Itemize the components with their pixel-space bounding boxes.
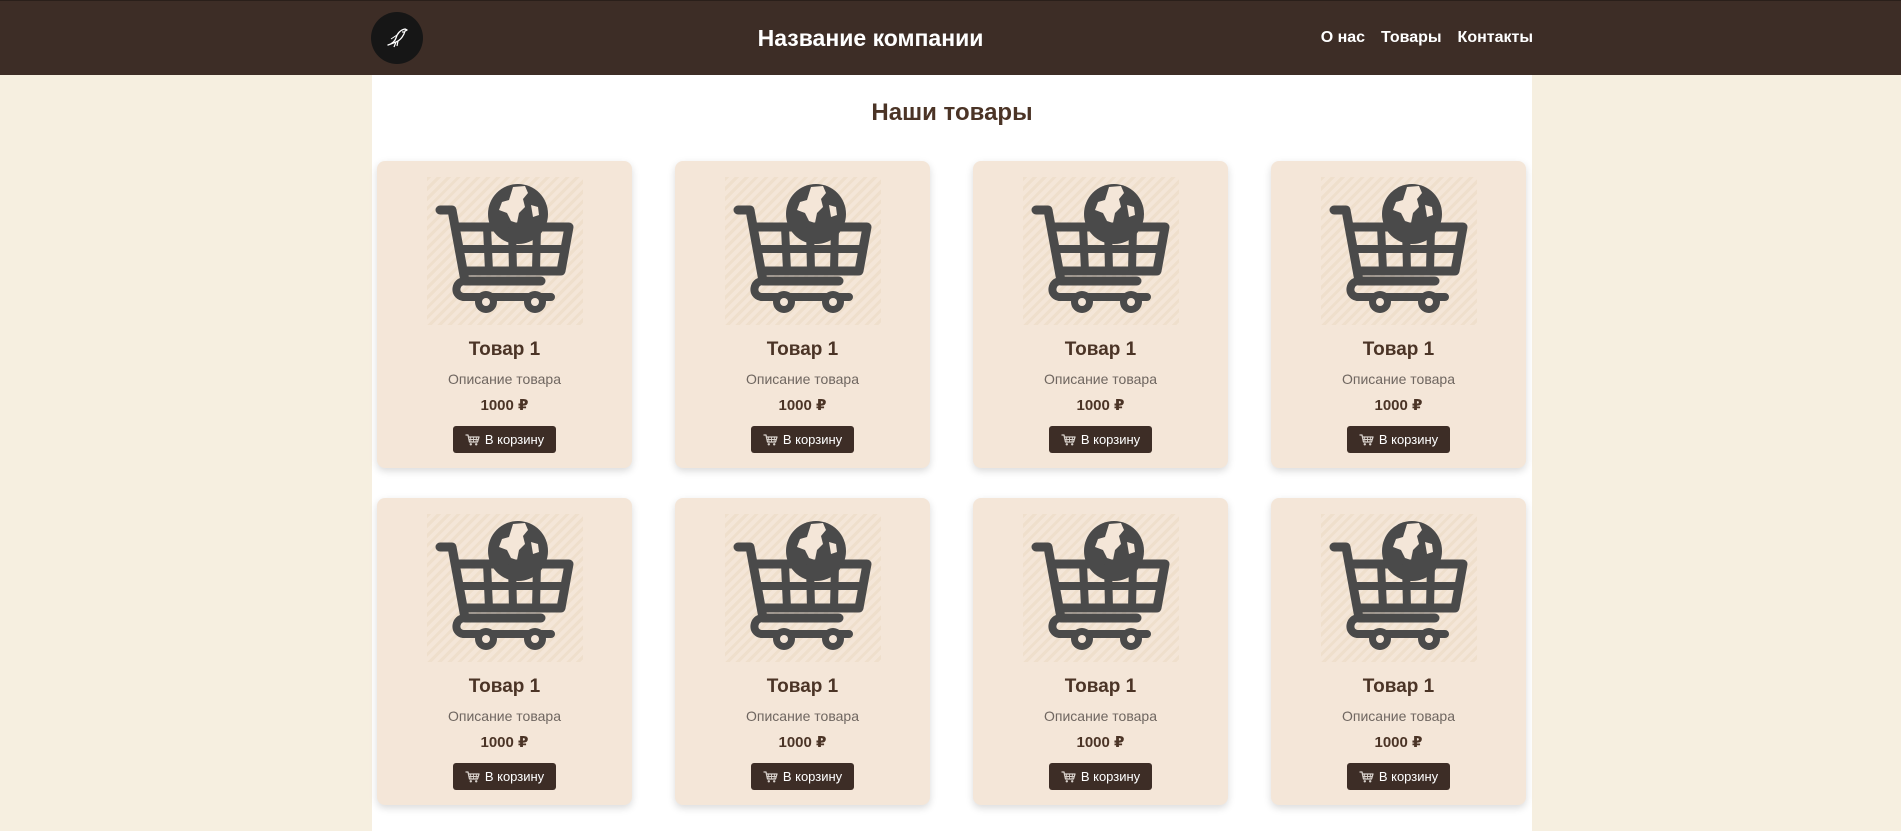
nav-link-about[interactable]: О нас [1321,28,1365,48]
shopping-cart-icon [763,770,778,783]
product-card: Товар 1 Описание товара 1000 ₽ В корзину [973,498,1228,805]
product-price: 1000 ₽ [1076,397,1125,414]
product-card: Товар 1 Описание товара 1000 ₽ В корзину [973,161,1228,468]
shopping-cart-globe-icon [1031,521,1170,650]
product-card: Товар 1 Описание товара 1000 ₽ В корзину [1271,161,1526,468]
product-title: Товар 1 [468,676,541,697]
product-price: 1000 ₽ [1374,397,1423,414]
product-card: Товар 1 Описание товара 1000 ₽ В корзину [377,498,632,805]
product-description: Описание товара [746,371,859,387]
nav-link-contacts[interactable]: Контакты [1458,28,1533,48]
add-to-cart-label: В корзину [1080,432,1141,447]
product-title: Товар 1 [766,676,839,697]
product-title: Товар 1 [1064,676,1137,697]
shopping-cart-globe-icon [1329,184,1468,313]
product-description: Описание товара [448,371,561,387]
main-content: Наши товары Товар 1 Описание товара 1000… [372,75,1532,831]
product-description: Описание товара [746,708,859,724]
product-price: 1000 ₽ [778,734,827,751]
product-image [725,177,881,325]
add-to-cart-label: В корзину [1378,432,1439,447]
add-to-cart-button[interactable]: В корзину [751,763,854,790]
add-to-cart-button[interactable]: В корзину [1049,763,1152,790]
product-price: 1000 ₽ [1374,734,1423,751]
add-to-cart-label: В корзину [1378,769,1439,784]
product-image [427,514,583,662]
product-description: Описание товара [1044,708,1157,724]
add-to-cart-button[interactable]: В корзину [751,426,854,453]
shopping-cart-globe-icon [1031,184,1170,313]
product-card: Товар 1 Описание товара 1000 ₽ В корзину [1271,498,1526,805]
product-image [1023,514,1179,662]
shopping-cart-icon [465,770,480,783]
add-to-cart-button[interactable]: В корзину [1347,426,1450,453]
product-price: 1000 ₽ [480,734,529,751]
product-title: Товар 1 [1362,676,1435,697]
product-title: Товар 1 [1362,339,1435,360]
product-image [725,514,881,662]
shopping-cart-icon [465,433,480,446]
product-grid: Товар 1 Описание товара 1000 ₽ В корзину [377,161,1526,805]
add-to-cart-label: В корзину [782,432,843,447]
section-title: Наши товары [871,99,1033,126]
add-to-cart-label: В корзину [484,769,545,784]
product-title: Товар 1 [1064,339,1137,360]
add-to-cart-button[interactable]: В корзину [453,763,556,790]
add-to-cart-label: В корзину [484,432,545,447]
nav-link-products[interactable]: Товары [1381,28,1442,48]
product-description: Описание товара [1342,371,1455,387]
product-card: Товар 1 Описание товара 1000 ₽ В корзину [675,498,930,805]
product-description: Описание товара [1044,371,1157,387]
shopping-cart-globe-icon [435,521,574,650]
product-card: Товар 1 Описание товара 1000 ₽ В корзину [377,161,632,468]
product-price: 1000 ₽ [778,397,827,414]
shopping-cart-icon [1359,770,1374,783]
add-to-cart-button[interactable]: В корзину [1347,763,1450,790]
product-price: 1000 ₽ [1076,734,1125,751]
shopping-cart-icon [1359,433,1374,446]
shopping-cart-icon [763,433,778,446]
shopping-cart-globe-icon [733,521,872,650]
product-title: Товар 1 [766,339,839,360]
add-to-cart-label: В корзину [1080,769,1141,784]
add-to-cart-button[interactable]: В корзину [453,426,556,453]
add-to-cart-label: В корзину [782,769,843,784]
product-price: 1000 ₽ [480,397,529,414]
product-image [1023,177,1179,325]
shopping-cart-icon [1061,770,1076,783]
product-card: Товар 1 Описание товара 1000 ₽ В корзину [675,161,930,468]
shopping-cart-globe-icon [435,184,574,313]
add-to-cart-button[interactable]: В корзину [1049,426,1152,453]
shopping-cart-globe-icon [733,184,872,313]
product-title: Товар 1 [468,339,541,360]
product-description: Описание товара [448,708,561,724]
product-image [1321,177,1477,325]
site-header: Название компании О нас Товары Контакты [0,0,1901,75]
shopping-cart-globe-icon [1329,521,1468,650]
main-nav: О нас Товары Контакты [1321,28,1533,48]
shopping-cart-icon [1061,433,1076,446]
product-image [427,177,583,325]
product-description: Описание товара [1342,708,1455,724]
product-image [1321,514,1477,662]
